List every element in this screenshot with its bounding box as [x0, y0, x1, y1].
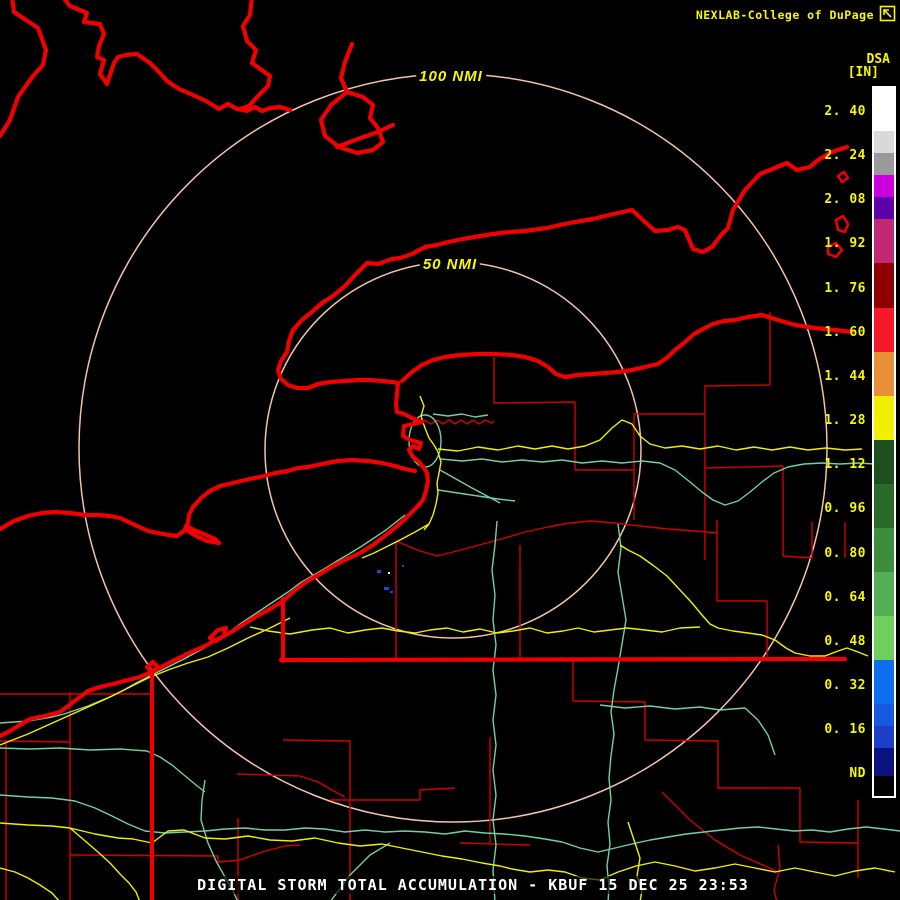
colorbar-segment [874, 88, 894, 131]
colorbar-tick-label: 2. 08 [824, 192, 866, 208]
road-lines [0, 413, 900, 900]
colorbar-tick-label: 1. 76 [824, 280, 866, 296]
colorbar-tick-label: 1. 28 [824, 413, 866, 429]
nexlab-arrow-logo-icon [879, 5, 896, 22]
colorbar-segment [874, 352, 894, 396]
colorbar-segment [874, 197, 894, 219]
colorbar-segment [874, 572, 894, 616]
colorbar-segment [874, 308, 894, 352]
county-lines-yellow [0, 395, 896, 900]
colorbar-tick-label: 1. 44 [824, 368, 866, 384]
colorbar-segment [874, 153, 894, 175]
echo-pixel [384, 587, 389, 590]
range-label-50nmi: 50 NMI [419, 256, 481, 273]
precip-echoes [377, 565, 404, 593]
colorbar-segment [874, 660, 894, 704]
colorbar-segment [874, 263, 894, 308]
colorbar-tick-label: 0. 32 [824, 677, 866, 693]
colorbar-tick-label: 0. 16 [824, 722, 866, 738]
county-lines-red [0, 312, 859, 900]
colorbar-segment [874, 440, 894, 484]
colorbar-tick-label: 0. 96 [824, 501, 866, 517]
colorbar-tick-label: ND [849, 766, 866, 782]
colorbar [872, 86, 896, 798]
colorbar-segment [874, 175, 894, 197]
colorbar-tick-label: 0. 80 [824, 545, 866, 561]
echo-pixel-white [388, 572, 390, 574]
colorbar-tick-label: 0. 64 [824, 589, 866, 605]
colorbar-tick-label: 0. 48 [824, 633, 866, 649]
colorbar-tick-label: 2. 40 [824, 104, 866, 119]
colorbar-segment [874, 219, 894, 263]
range-label-100nmi: 100 NMI [416, 68, 486, 85]
echo-pixel [402, 565, 404, 567]
colorbar-segment [874, 396, 894, 440]
radar-map [0, 0, 900, 900]
colorbar-tick-label: 2. 24 [824, 148, 866, 164]
state-borders-shorelines [0, 0, 855, 900]
colorbar-segment [874, 616, 894, 660]
colorbar-tick-label: 1. 12 [824, 457, 866, 473]
echo-pixel [377, 570, 381, 573]
echo-pixel [390, 591, 393, 593]
colorbar-segment [874, 776, 894, 794]
product-units: [IN] [847, 65, 879, 80]
colorbar-tick-label: 1. 60 [824, 324, 866, 340]
header-source: NEXLAB-College of DuPage [695, 8, 874, 22]
radar-screen: NEXLAB-College of DuPage DSA [IN] 2. 40 2… [0, 0, 900, 900]
colorbar-segment [874, 528, 894, 572]
colorbar-segment [874, 726, 894, 748]
colorbar-segment [874, 484, 894, 528]
colorbar-segment [874, 704, 894, 726]
colorbar-segment [874, 131, 894, 153]
colorbar-segment [874, 748, 894, 776]
colorbar-tick-label: 1. 92 [824, 236, 866, 252]
product-title-bar: DIGITAL STORM TOTAL ACCUMULATION - KBUF … [197, 876, 749, 894]
